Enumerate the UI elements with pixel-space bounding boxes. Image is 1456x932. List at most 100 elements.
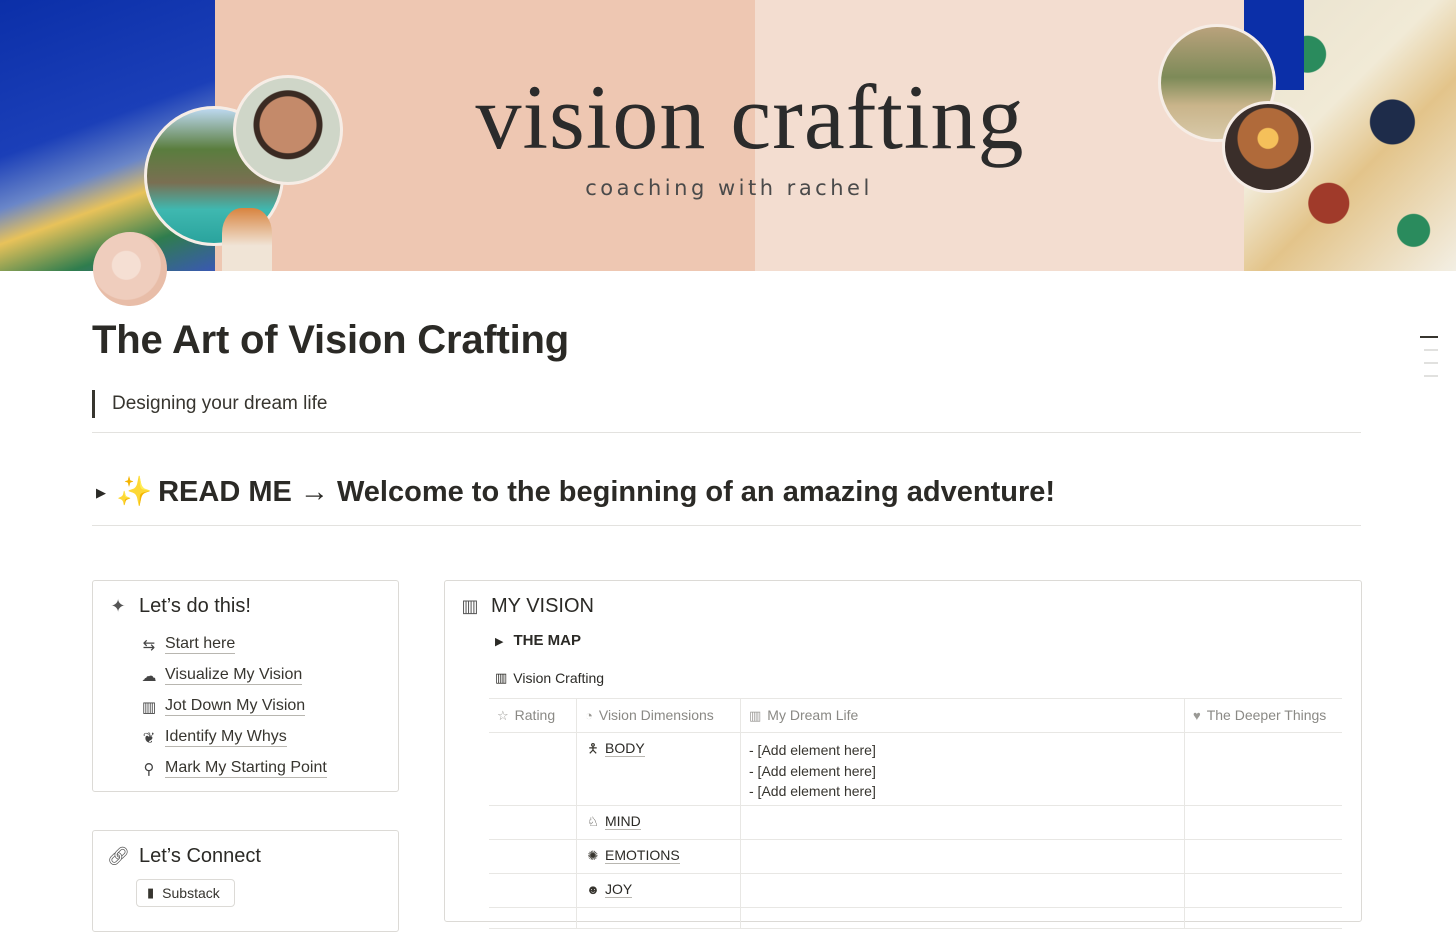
rating-cell[interactable]	[489, 908, 577, 928]
vision-table: ☆ Rating ◔ Vision Dimensions ▥ My Dream Lif…	[489, 698, 1342, 929]
card-header: ▥ MY VISION	[459, 595, 594, 618]
substack-button[interactable]: ▮ Substack	[136, 879, 235, 907]
map-icon: ▥	[495, 670, 508, 685]
card-title: MY VISION	[491, 595, 594, 617]
outline-mark[interactable]	[1424, 375, 1438, 377]
dimension-label[interactable]: MIND	[605, 813, 641, 830]
brain-icon: ♘	[587, 814, 599, 829]
table-header-row: ☆ Rating ◔ Vision Dimensions ▥ My Dream Lif…	[489, 699, 1342, 733]
dream-life-cell[interactable]: - [Add element here] - [Add element here…	[741, 733, 1185, 805]
dream-item: - [Add element here]	[749, 783, 876, 799]
link-start-here[interactable]: ⇆ Start here	[139, 629, 327, 660]
link-label[interactable]: Visualize My Vision	[165, 666, 303, 685]
column-header-the-deeper-things[interactable]: ♥ The Deeper Things	[1185, 699, 1342, 732]
link-label[interactable]: Identify My Whys	[165, 728, 287, 747]
table-row[interactable]: ☻ JOY	[489, 874, 1342, 908]
sparkles-icon: ✨	[116, 476, 153, 508]
column-label: Rating	[514, 707, 556, 723]
outline-mark[interactable]	[1424, 349, 1438, 351]
toggle-triangle-icon[interactable]: ▶	[96, 485, 106, 500]
readme-label: READ ME → Welcome to the beginning of an…	[158, 476, 1056, 508]
dream-life-cell[interactable]	[741, 840, 1185, 873]
dimension-label[interactable]: EMOTIONS	[605, 847, 680, 864]
cover-title: vision crafting	[475, 66, 1025, 168]
link-list: ⇆ Start here ☁ Visualize My Vision ▥ Jot…	[139, 629, 327, 784]
map-icon: ▥	[141, 698, 157, 716]
database-title-label: Vision Crafting	[513, 670, 605, 686]
column-label: Vision Dimensions	[598, 707, 714, 723]
rating-cell[interactable]	[489, 733, 577, 805]
cloud-icon: ☁	[141, 667, 157, 685]
map-icon: ▥	[749, 708, 762, 723]
dimension-cell[interactable]: ☻ JOY	[577, 874, 741, 907]
cover-subtitle: coaching with rachel	[585, 176, 873, 200]
database-title[interactable]: ▥ Vision Crafting	[495, 670, 604, 686]
status-circle-icon: ◔	[585, 708, 593, 723]
link-label[interactable]: Mark My Starting Point	[165, 759, 327, 778]
divider	[92, 525, 1361, 526]
deeper-things-cell[interactable]	[1185, 806, 1342, 839]
cover-photo-couple	[1222, 101, 1314, 193]
deeper-things-cell[interactable]	[1185, 733, 1342, 805]
sparkles-icon: ✦	[110, 596, 126, 616]
page-icon[interactable]	[93, 232, 167, 306]
link-mark-my-starting-point[interactable]: ⚲ Mark My Starting Point	[139, 753, 327, 784]
table-row[interactable]: ✺ EMOTIONS	[489, 840, 1342, 874]
link-identify-my-whys[interactable]: ❦ Identify My Whys	[139, 722, 327, 753]
lets-connect-card: 🔗︎ Let’s Connect ▮ Substack	[92, 830, 399, 932]
page-title: The Art of Vision Crafting	[92, 318, 570, 362]
column-label: The Deeper Things	[1206, 707, 1327, 723]
column-header-my-dream-life[interactable]: ▥ My Dream Life	[741, 699, 1185, 732]
link-icon: 🔗︎	[107, 846, 130, 866]
rating-cell[interactable]	[489, 806, 577, 839]
signpost-icon: ⇆	[142, 636, 156, 654]
bookmark-icon: ▮	[147, 885, 155, 900]
the-map-toggle[interactable]: ▶ THE MAP	[495, 632, 581, 649]
link-jot-down-my-vision[interactable]: ▥ Jot Down My Vision	[139, 691, 327, 722]
deeper-things-cell[interactable]	[1185, 874, 1342, 907]
dimension-label[interactable]: BODY	[605, 740, 645, 757]
table-row[interactable]: ♘ MIND	[489, 806, 1342, 840]
dimension-cell[interactable]: ♘ MIND	[577, 806, 741, 839]
table-row[interactable]: 🯅 BODY - [Add element here] - [Add elemen…	[489, 733, 1342, 806]
outline-mark[interactable]	[1424, 362, 1438, 364]
deeper-things-cell[interactable]	[1185, 908, 1342, 928]
toggle-triangle-icon[interactable]: ▶	[495, 636, 503, 648]
page-quote: Designing your dream life	[92, 390, 327, 418]
leaf-icon: ❦	[142, 729, 156, 747]
card-title: Let’s Connect	[139, 845, 261, 867]
dream-life-cell[interactable]	[741, 908, 1185, 928]
dimension-cell[interactable]: ✺ EMOTIONS	[577, 840, 741, 873]
link-label[interactable]: Jot Down My Vision	[165, 697, 306, 716]
dimension-cell[interactable]	[577, 908, 741, 928]
page-outline[interactable]	[1420, 336, 1438, 388]
link-label[interactable]: Start here	[165, 635, 236, 654]
rating-cell[interactable]	[489, 874, 577, 907]
table-row[interactable]	[489, 908, 1342, 929]
heart-icon: ♥	[1193, 708, 1201, 723]
dimension-label[interactable]: JOY	[605, 881, 633, 898]
dimension-cell[interactable]: 🯅 BODY	[577, 733, 741, 805]
the-map-label: THE MAP	[513, 632, 581, 649]
readme-toggle[interactable]: ▶ ✨ READ ME → Welcome to the beginning of …	[96, 474, 1055, 511]
deeper-things-cell[interactable]	[1185, 840, 1342, 873]
column-header-rating[interactable]: ☆ Rating	[489, 699, 577, 732]
link-visualize-my-vision[interactable]: ☁ Visualize My Vision	[139, 660, 327, 691]
card-title: Let’s do this!	[139, 595, 251, 617]
column-label: My Dream Life	[767, 707, 859, 723]
rating-cell[interactable]	[489, 840, 577, 873]
column-header-vision-dimensions[interactable]: ◔ Vision Dimensions	[577, 699, 741, 732]
dream-life-cell[interactable]	[741, 874, 1185, 907]
map-icon: ▥	[461, 596, 479, 616]
outline-mark[interactable]	[1420, 336, 1438, 338]
dream-life-cell[interactable]	[741, 806, 1185, 839]
cover-image: vision crafting coaching with rachel	[0, 0, 1456, 271]
divider	[92, 432, 1361, 433]
dream-item: - [Add element here]	[749, 742, 876, 758]
dream-item: - [Add element here]	[749, 762, 876, 779]
cover-photo-cat	[222, 208, 272, 271]
substack-label: Substack	[162, 885, 220, 901]
star-icon: ☆	[497, 708, 509, 723]
person-icon: 🯅	[587, 741, 599, 756]
smile-icon: ☻	[586, 882, 600, 897]
